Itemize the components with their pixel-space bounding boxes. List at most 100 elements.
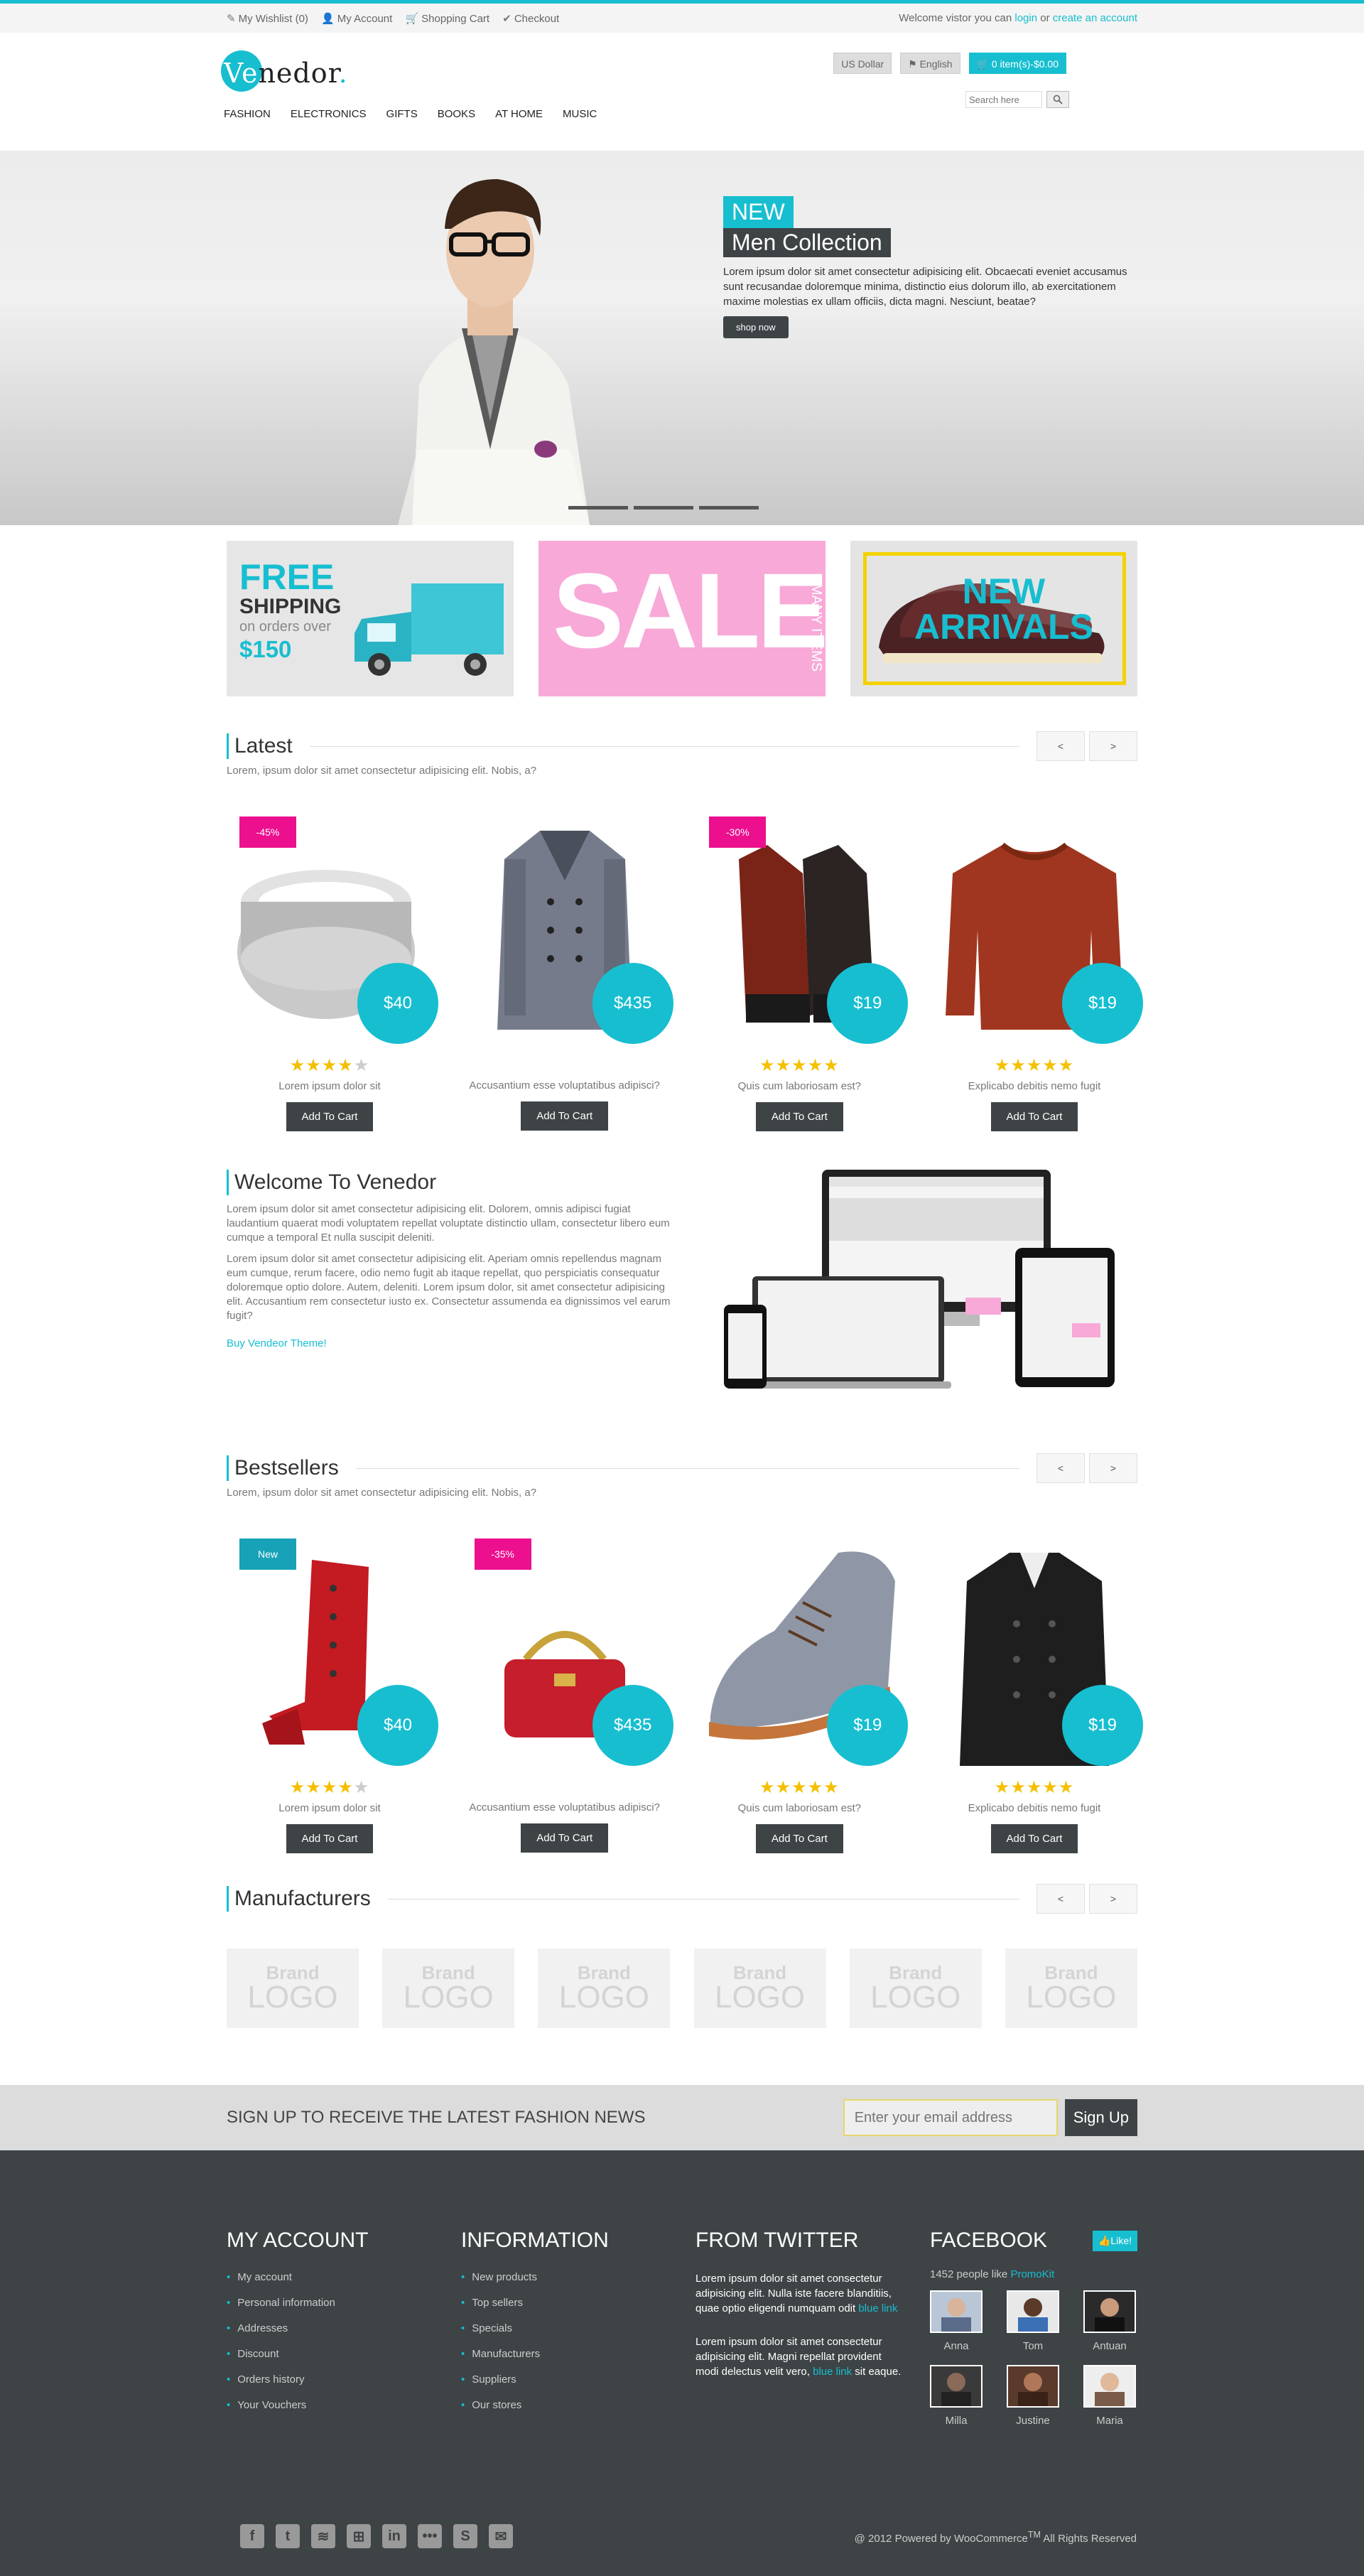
new-arrivals-banner[interactable]: NEW ARRIVALS: [850, 541, 1137, 696]
rss-icon[interactable]: ≋: [311, 2524, 335, 2548]
footer-link[interactable]: Personal information: [227, 2297, 461, 2309]
brand-logo[interactable]: Brand LOGO: [538, 1949, 671, 2028]
shopping-cart-link[interactable]: 🛒 Shopping Cart: [405, 13, 489, 25]
footer-link[interactable]: Discount: [227, 2348, 461, 2360]
skype-icon[interactable]: S: [453, 2524, 477, 2548]
product-image[interactable]: New $40: [227, 1538, 438, 1766]
facebook-fan[interactable]: Antuan: [1083, 2290, 1136, 2352]
footer-link[interactable]: Our stores: [461, 2399, 695, 2411]
brand-logo[interactable]: Brand LOGO: [382, 1949, 515, 2028]
product-image[interactable]: -35% $435: [462, 1538, 673, 1766]
facebook-fan[interactable]: Anna: [930, 2290, 983, 2352]
add-to-cart-button[interactable]: Add To Cart: [990, 1824, 1078, 1853]
brand-logo[interactable]: Brand LOGO: [849, 1949, 982, 2028]
product-image[interactable]: -30% $19: [696, 817, 909, 1044]
product-card: -45% $40 ★★★★★ Lorem ipsum dolor sit Add…: [227, 817, 438, 1131]
footer-link[interactable]: New products: [461, 2271, 695, 2283]
language-select[interactable]: ⚑ English: [900, 53, 960, 74]
mail-icon[interactable]: ✉: [489, 2524, 513, 2548]
next-arrow[interactable]: >: [1089, 1453, 1137, 1483]
sign-up-button[interactable]: Sign Up: [1064, 2099, 1137, 2136]
cart-button[interactable]: 🛒 0 item(s)-$0.00: [968, 53, 1066, 74]
facebook-fan[interactable]: Milla: [930, 2365, 983, 2427]
footer-link[interactable]: My account: [227, 2271, 461, 2283]
slider-dot[interactable]: [634, 506, 693, 510]
add-to-cart-button[interactable]: Add To Cart: [755, 1102, 843, 1131]
product-image[interactable]: $19: [696, 1538, 909, 1766]
product-image[interactable]: $19: [931, 1538, 1143, 1766]
footer-link[interactable]: Manufacturers: [461, 2348, 695, 2360]
product-name[interactable]: Explicabo debitis nemo fugit: [931, 1080, 1137, 1092]
shop-now-button[interactable]: shop now: [723, 316, 789, 338]
product-name[interactable]: Lorem ipsum dolor sit: [227, 1802, 433, 1814]
like-button[interactable]: 👍Like!: [1092, 2230, 1137, 2251]
my-account-link[interactable]: 👤 My Account: [321, 13, 392, 25]
product-image[interactable]: -45% $40: [227, 817, 438, 1044]
free-shipping-banner[interactable]: FREE SHIPPING on orders over $150: [227, 541, 514, 696]
nav-music[interactable]: MUSIC: [563, 108, 597, 120]
facebook-fan[interactable]: Tom: [1007, 2290, 1059, 2352]
email-input[interactable]: [843, 2099, 1058, 2136]
checkout-link[interactable]: ✔ Checkout: [502, 13, 559, 25]
brand-logo[interactable]: Brand LOGO: [693, 1949, 826, 2028]
price-circle: $435: [592, 1685, 673, 1766]
brand-logo[interactable]: Brand LOGO: [227, 1949, 359, 2028]
footer-link[interactable]: Suppliers: [461, 2373, 695, 2386]
product-name[interactable]: Explicabo debitis nemo fugit: [931, 1802, 1137, 1814]
tweet-link[interactable]: blue link: [858, 2302, 897, 2314]
nav-books[interactable]: BOOKS: [438, 108, 475, 120]
tweet-link[interactable]: blue link: [813, 2366, 852, 2378]
create-account-link[interactable]: create an account: [1053, 12, 1137, 24]
footer-link[interactable]: Orders history: [227, 2373, 461, 2386]
product-name[interactable]: Quis cum laboriosam est?: [696, 1802, 902, 1814]
tumblr-icon[interactable]: t: [276, 2524, 300, 2548]
footer-link[interactable]: Your Vouchers: [227, 2399, 461, 2411]
product-image[interactable]: $19: [931, 817, 1143, 1044]
promo-banners: FREE SHIPPING on orders over $150 SALE M…: [227, 541, 1137, 696]
add-to-cart-button[interactable]: Add To Cart: [521, 1101, 609, 1131]
facebook-icon[interactable]: f: [240, 2524, 264, 2548]
currency-select[interactable]: US Dollar: [833, 53, 892, 74]
product-name[interactable]: Accusantium esse voluptatibus adipisci?: [462, 1079, 668, 1092]
flickr-icon[interactable]: •••: [418, 2524, 442, 2548]
search-input[interactable]: [965, 91, 1042, 108]
logo[interactable]: Venedor.: [221, 50, 347, 92]
tweet: Lorem ipsum dolor sit amet consectetur a…: [695, 2336, 902, 2378]
sale-banner[interactable]: SALE MANY ITEMS: [538, 541, 826, 696]
product-image[interactable]: $435: [462, 817, 673, 1044]
prev-arrow[interactable]: <: [1036, 731, 1085, 761]
footer-link[interactable]: Addresses: [227, 2322, 461, 2334]
facebook-page-link[interactable]: PromoKit: [1010, 2268, 1054, 2280]
nav-gifts[interactable]: GIFTS: [386, 108, 418, 120]
slider-dot[interactable]: [568, 506, 628, 510]
product-name[interactable]: Accusantium esse voluptatibus adipisci?: [462, 1801, 668, 1814]
buy-theme-link[interactable]: Buy Vendeor Theme!: [227, 1337, 681, 1349]
product-name[interactable]: Quis cum laboriosam est?: [696, 1080, 902, 1092]
nav-fashion[interactable]: FASHION: [224, 108, 271, 120]
nav-at-home[interactable]: AT HOME: [495, 108, 543, 120]
facebook-fan[interactable]: Justine: [1007, 2365, 1059, 2427]
add-to-cart-button[interactable]: Add To Cart: [755, 1824, 843, 1853]
linkedin-icon[interactable]: in: [382, 2524, 406, 2548]
nav-electronics[interactable]: ELECTRONICS: [291, 108, 367, 120]
login-link[interactable]: login: [1014, 12, 1037, 24]
add-to-cart-button[interactable]: Add To Cart: [521, 1823, 609, 1853]
footer-link[interactable]: Top sellers: [461, 2297, 695, 2309]
price-circle: $40: [357, 963, 438, 1044]
add-to-cart-button[interactable]: Add To Cart: [990, 1102, 1078, 1131]
search-button[interactable]: [1046, 91, 1069, 108]
footer-bottom-bar: f t ≋ ⊞ in ••• S ✉ @ 2012 Powered by Woo…: [0, 2508, 1364, 2576]
next-arrow[interactable]: >: [1089, 731, 1137, 761]
wishlist-link[interactable]: ✎ My Wishlist (0): [227, 13, 308, 25]
facebook-fan[interactable]: Maria: [1083, 2365, 1136, 2427]
prev-arrow[interactable]: <: [1036, 1453, 1085, 1483]
add-to-cart-button[interactable]: Add To Cart: [286, 1102, 374, 1131]
prev-arrow[interactable]: <: [1036, 1884, 1085, 1914]
product-name[interactable]: Lorem ipsum dolor sit: [227, 1080, 433, 1092]
windows-icon[interactable]: ⊞: [347, 2524, 371, 2548]
next-arrow[interactable]: >: [1089, 1884, 1137, 1914]
brand-logo[interactable]: Brand LOGO: [1005, 1949, 1137, 2028]
add-to-cart-button[interactable]: Add To Cart: [286, 1824, 374, 1853]
footer-link[interactable]: Specials: [461, 2322, 695, 2334]
slider-dot[interactable]: [699, 506, 759, 510]
